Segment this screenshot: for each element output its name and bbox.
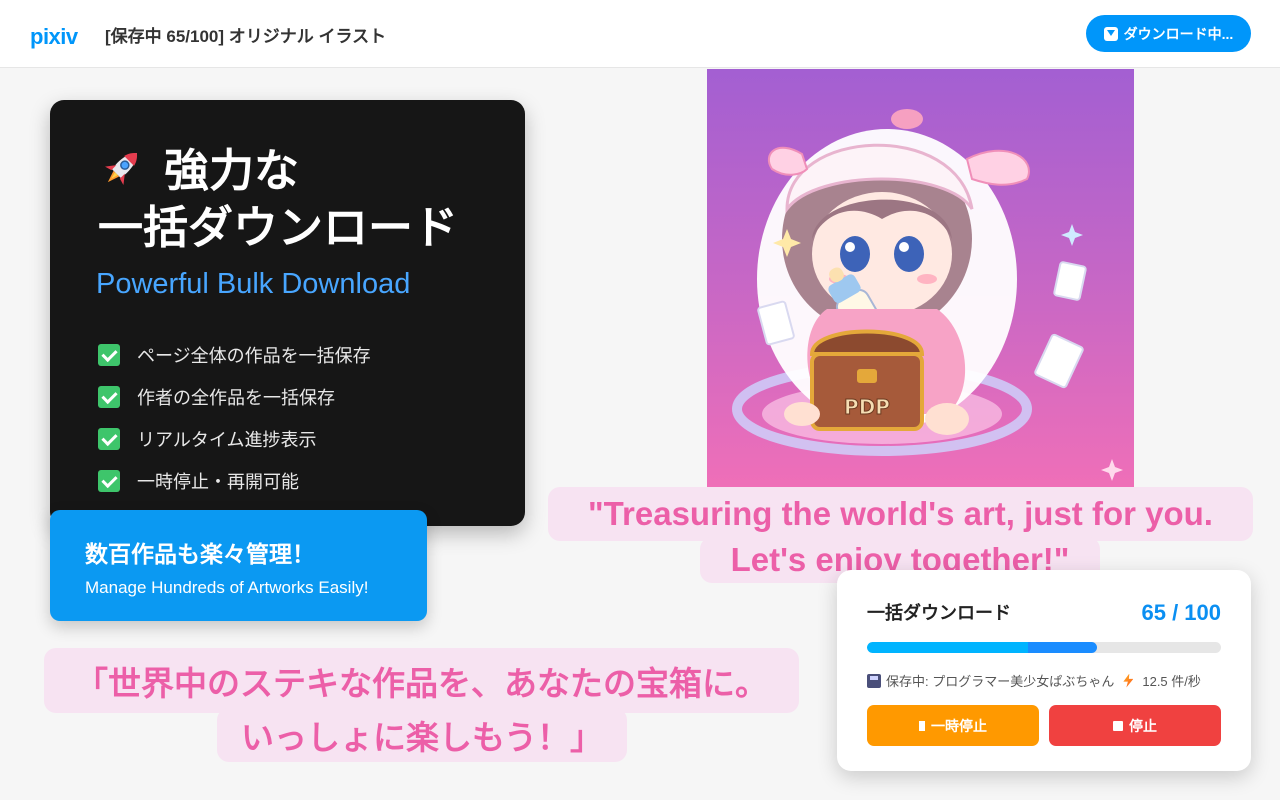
- stop-button-label: 停止: [1129, 717, 1157, 734]
- feature-subtitle: Powerful Bulk Download: [96, 268, 411, 300]
- progress-title: 一括ダウンロード: [867, 603, 1011, 623]
- feature-title-line2: 一括ダウンロード: [98, 202, 459, 253]
- speed-text: 12.5 件/秒: [1142, 674, 1201, 689]
- check-icon: [98, 386, 120, 408]
- download-icon: [1103, 26, 1118, 41]
- progress-bar-fill: [867, 642, 1098, 653]
- en-quote-line1: "Treasuring the world's art, just for yo…: [548, 487, 1253, 541]
- lightning-icon: [1123, 673, 1134, 688]
- page-title: [保存中 65/100] オリジナル イラスト: [105, 27, 387, 46]
- jp-quote-line1: 「世界中のステキな作品を、あなたの宝箱に。: [44, 648, 799, 713]
- feature-title-line1: 強力な: [164, 145, 300, 196]
- downloading-button-label: ダウンロード中...: [1123, 25, 1234, 42]
- chest-label: PDP: [844, 395, 890, 419]
- pause-icon: [919, 720, 925, 731]
- progress-bar: [867, 642, 1221, 653]
- jp-quote-line2: いっしょに楽しもう！」: [217, 708, 627, 762]
- feature-item-label: 一時停止・再開可能: [137, 472, 299, 492]
- feature-item: リアルタイム進捗表示: [98, 418, 371, 460]
- feature-item-label: リアルタイム進捗表示: [137, 430, 317, 450]
- floppy-disk-icon: [867, 673, 881, 688]
- downloading-button[interactable]: ダウンロード中...: [1086, 15, 1251, 52]
- feature-title: 強力な 一括ダウンロード: [98, 142, 458, 256]
- feature-list: ページ全体の作品を一括保存 作者の全作品を一括保存 リアルタイム進捗表示 一時停…: [98, 334, 371, 502]
- pause-button-label: 一時停止: [931, 717, 987, 734]
- manage-subtitle: Manage Hundreds of Artworks Easily!: [85, 578, 369, 597]
- feature-item: ページ全体の作品を一括保存: [98, 334, 371, 376]
- check-icon: [98, 344, 120, 366]
- manage-card: 数百作品も楽々管理！ Manage Hundreds of Artworks E…: [50, 510, 427, 621]
- rocket-icon: [105, 152, 138, 185]
- chibi-illustration: PDP: [732, 109, 1123, 481]
- feature-item: 一時停止・再開可能: [98, 460, 371, 502]
- check-icon: [98, 470, 120, 492]
- manage-title: 数百作品も楽々管理！: [85, 541, 315, 567]
- feature-item: 作者の全作品を一括保存: [98, 376, 371, 418]
- progress-status: 保存中: プログラマー美少女ぱぶちゃん 12.5 件/秒: [867, 671, 1227, 690]
- download-progress-card: 一括ダウンロード 65 / 100 保存中: プログラマー美少女ぱぶちゃん 12…: [837, 570, 1251, 771]
- feature-card: 強力な 一括ダウンロード Powerful Bulk Download ページ全…: [50, 100, 525, 526]
- stop-button[interactable]: 停止: [1049, 705, 1221, 746]
- progress-count: 65 / 100: [1141, 600, 1221, 625]
- pixiv-logo[interactable]: pixiv: [30, 24, 78, 50]
- stop-icon: [1113, 720, 1123, 731]
- status-text: 保存中: プログラマー美少女ぱぶちゃん: [886, 674, 1115, 689]
- top-header: pixiv [保存中 65/100] オリジナル イラスト ダウンロード中...: [0, 0, 1280, 68]
- artwork-image: PDP: [707, 69, 1134, 487]
- feature-item-label: ページ全体の作品を一括保存: [137, 346, 371, 366]
- feature-item-label: 作者の全作品を一括保存: [137, 388, 335, 408]
- pause-button[interactable]: 一時停止: [867, 705, 1039, 746]
- check-icon: [98, 428, 120, 450]
